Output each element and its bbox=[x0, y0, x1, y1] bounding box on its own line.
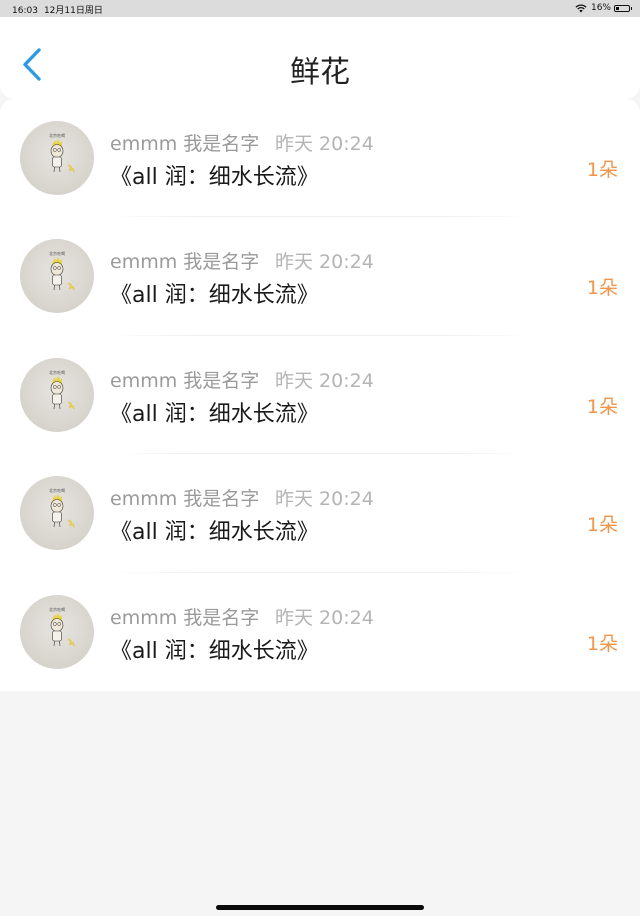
status-bar: 16:03 12月11日周日 16% bbox=[0, 0, 640, 17]
list-item[interactable]: 北京吃喝 emmm 我是名字 昨天 20:24 《all 润：细水长流》 1朵 bbox=[0, 573, 640, 691]
book-title[interactable]: 《all 润：细水长流》 bbox=[110, 514, 319, 546]
list-item[interactable]: 北京吃喝 emmm 我是名字 昨天 20:24 《all 润：细水长流》 1朵 bbox=[0, 99, 640, 218]
nav-bar: 鲜花 bbox=[0, 17, 640, 99]
status-right: 16% bbox=[575, 3, 632, 13]
timestamp: 昨天 20:24 bbox=[275, 251, 374, 274]
username: emmm 我是名字 bbox=[110, 606, 260, 629]
list-item[interactable]: 北京吃喝 emmm 我是名字 昨天 20:24 《all 润：细水长流》 1朵 bbox=[0, 454, 640, 573]
wifi-icon bbox=[575, 3, 587, 12]
svg-text:北京吃喝: 北京吃喝 bbox=[49, 606, 65, 612]
flower-count: 1朵 bbox=[586, 159, 618, 181]
avatar[interactable]: 北京吃喝 bbox=[20, 239, 94, 314]
timestamp: 昨天 20:24 bbox=[275, 606, 374, 629]
status-left: 16:03 12月11日周日 bbox=[12, 3, 103, 16]
list-item[interactable]: 北京吃喝 emmm 我是名字 昨天 20:24 《all 润：细水长流》 1朵 bbox=[0, 336, 640, 455]
flower-count: 1朵 bbox=[586, 395, 618, 418]
status-date: 12月11日周日 bbox=[43, 6, 103, 16]
username: emmm 我是名字 bbox=[110, 369, 260, 392]
book-title[interactable]: 《all 润：细水长流》 bbox=[110, 396, 319, 428]
timestamp: 昨天 20:24 bbox=[275, 369, 374, 392]
svg-text:北京吃喝: 北京吃喝 bbox=[49, 132, 65, 138]
list-item[interactable]: 北京吃喝 emmm 我是名字 昨天 20:24 《all 润：细水长流》 1朵 bbox=[0, 217, 640, 336]
username: emmm 我是名字 bbox=[110, 488, 260, 511]
battery-percent: 16% bbox=[590, 3, 611, 13]
svg-text:北京吃喝: 北京吃喝 bbox=[49, 487, 65, 493]
battery-icon bbox=[614, 4, 632, 12]
avatar-image: 北京吃喝 bbox=[49, 369, 75, 410]
avatar[interactable]: 北京吃喝 bbox=[20, 594, 94, 669]
svg-text:北京吃喝: 北京吃喝 bbox=[49, 250, 65, 256]
page-title: 鲜花 bbox=[290, 55, 350, 90]
book-title[interactable]: 《all 润：细水长流》 bbox=[110, 277, 319, 309]
flower-count: 1朵 bbox=[586, 277, 618, 300]
flower-count: 1朵 bbox=[586, 632, 618, 655]
avatar[interactable]: 北京吃喝 bbox=[20, 121, 94, 195]
avatar-image: 北京吃喝 bbox=[49, 132, 75, 173]
status-time: 16:03 bbox=[12, 6, 38, 16]
avatar[interactable]: 北京吃喝 bbox=[20, 357, 94, 432]
flower-list: 北京吃喝 emmm 我是名字 昨天 20:24 《all 润：细水长流》 1朵 … bbox=[0, 99, 640, 691]
flower-count: 1朵 bbox=[586, 514, 618, 537]
avatar-image: 北京吃喝 bbox=[49, 250, 75, 291]
avatar-image: 北京吃喝 bbox=[49, 487, 75, 528]
username: emmm 我是名字 bbox=[110, 251, 260, 274]
home-indicator[interactable] bbox=[216, 905, 424, 910]
timestamp: 昨天 20:24 bbox=[275, 133, 374, 155]
avatar[interactable]: 北京吃喝 bbox=[20, 476, 94, 551]
book-title[interactable]: 《all 润：细水长流》 bbox=[110, 633, 319, 665]
avatar-image: 北京吃喝 bbox=[49, 606, 75, 646]
timestamp: 昨天 20:24 bbox=[275, 488, 374, 511]
username: emmm 我是名字 bbox=[110, 133, 260, 155]
svg-text:北京吃喝: 北京吃喝 bbox=[49, 369, 65, 375]
book-title[interactable]: 《all 润：细水长流》 bbox=[110, 159, 319, 191]
